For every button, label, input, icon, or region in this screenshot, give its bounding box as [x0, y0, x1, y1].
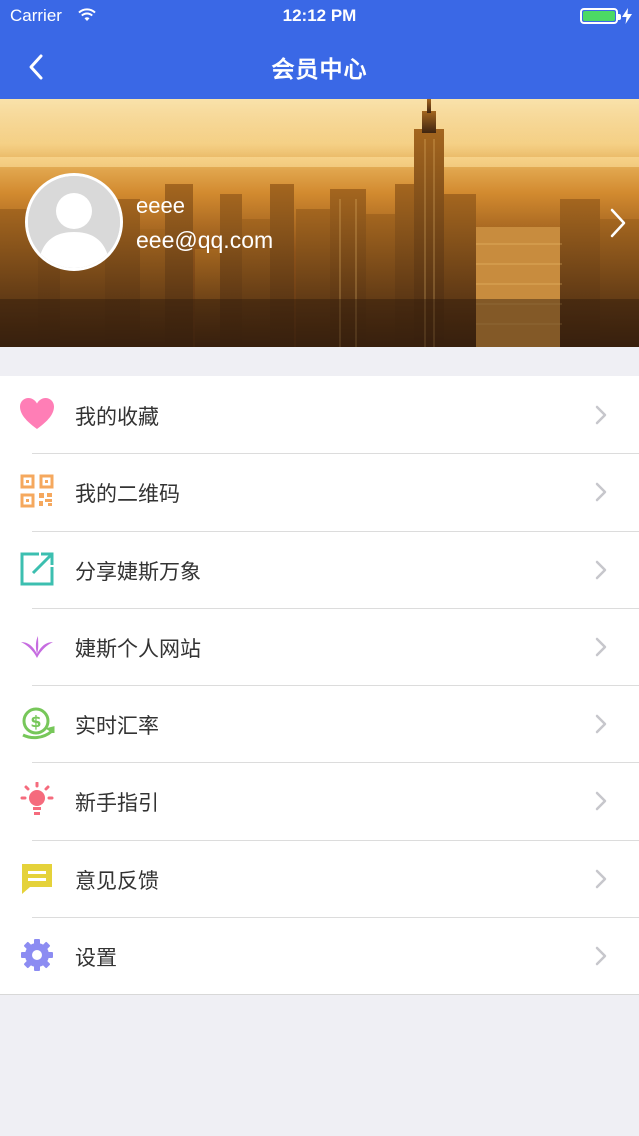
default-user-icon	[28, 176, 120, 268]
nav-bar: 会员中心	[0, 34, 639, 99]
heart-icon	[20, 398, 54, 429]
chevron-right-icon	[595, 946, 607, 966]
menu-item-exchange-rate[interactable]: $ 实时汇率	[0, 685, 639, 762]
charging-icon	[622, 8, 632, 24]
exchange-rate-icon: $	[22, 707, 55, 740]
battery-icon	[580, 8, 621, 24]
share-icon	[20, 552, 54, 586]
chevron-right-icon	[595, 714, 607, 734]
page-title: 会员中心	[271, 57, 368, 83]
chevron-right-icon	[595, 483, 607, 502]
menu-item-website[interactable]: 婕斯个人网站	[0, 607, 639, 685]
lightbulb-icon	[20, 782, 54, 816]
menu-list: 我的收藏 我的二维码 分享婕斯万象 婕斯个人网站 $ 实时汇率 新手指引 意见反…	[0, 376, 639, 996]
menu-item-label: 意见反馈	[75, 868, 159, 893]
profile-banner[interactable]: eeee eee@qq.com	[0, 99, 639, 347]
gear-icon	[21, 939, 53, 972]
chevron-right-icon	[610, 208, 626, 238]
feedback-icon	[22, 863, 52, 894]
menu-item-label: 分享婕斯万象	[75, 559, 201, 584]
status-time: 12:12 PM	[282, 6, 357, 25]
qrcode-icon	[20, 474, 54, 508]
chevron-right-icon	[595, 869, 607, 889]
menu-item-label: 新手指引	[75, 791, 159, 816]
menu-item-label: 我的二维码	[75, 482, 180, 507]
menu-item-label: 我的收藏	[75, 405, 159, 429]
user-email: eee@qq.com	[136, 227, 274, 253]
menu-item-feedback[interactable]: 意见反馈	[0, 839, 639, 917]
chevron-right-icon	[595, 405, 607, 425]
status-bar: Carrier 12:12 PM	[0, 0, 639, 34]
menu-item-guide[interactable]: 新手指引	[0, 762, 639, 839]
svg-text:$: $	[30, 712, 41, 731]
user-name: eeee	[136, 193, 185, 218]
menu-item-label: 实时汇率	[75, 714, 159, 739]
menu-item-label: 婕斯个人网站	[75, 636, 201, 661]
chevron-right-icon	[595, 637, 607, 657]
menu-item-label: 设置	[75, 946, 117, 971]
menu-item-qrcode[interactable]: 我的二维码	[0, 453, 639, 530]
menu-item-share[interactable]: 分享婕斯万象	[0, 530, 639, 608]
avatar[interactable]	[25, 173, 123, 271]
menu-item-settings[interactable]: 设置	[0, 917, 639, 994]
website-logo-icon	[21, 635, 53, 658]
menu-item-favorites[interactable]: 我的收藏	[0, 376, 639, 453]
chevron-right-icon	[595, 792, 607, 811]
header: Carrier 12:12 PM 会员中心	[0, 0, 639, 99]
chevron-right-icon	[595, 560, 607, 579]
